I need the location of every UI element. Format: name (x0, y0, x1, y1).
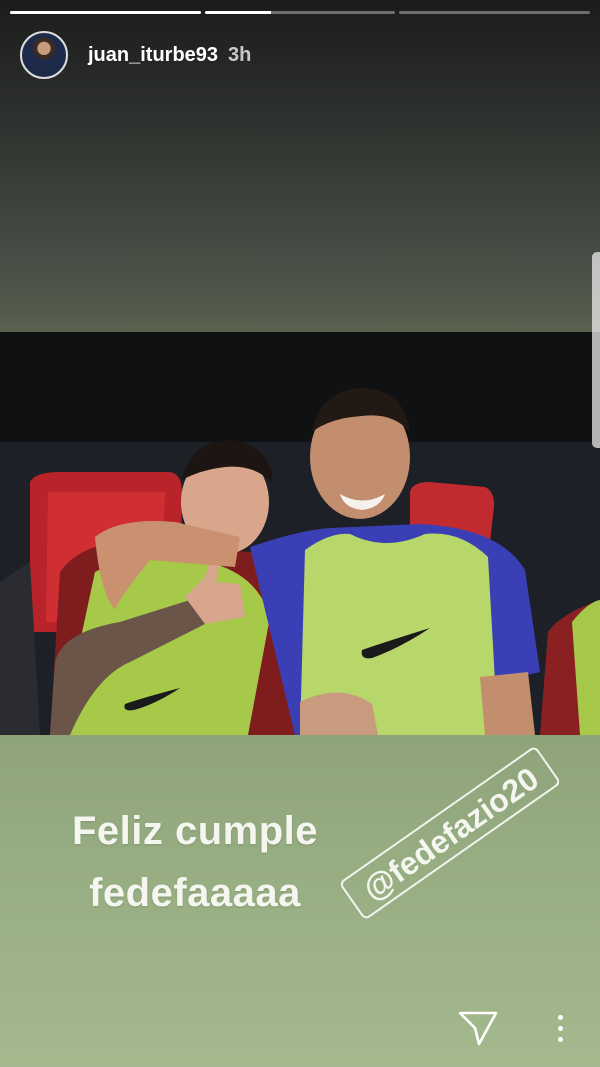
progress-fill-1 (10, 11, 201, 14)
story-header[interactable]: juan_iturbe93 3h (20, 30, 251, 80)
story-caption: Feliz cumple fedefaaaaa (50, 800, 340, 924)
photo-illustration (0, 332, 600, 735)
progress-segment-3 (399, 11, 591, 14)
send-button[interactable] (457, 1008, 499, 1048)
caption-line-1: Feliz cumple (71, 809, 319, 853)
story-view[interactable]: juan_iturbe93 3h Feliz cumple fedefaaaaa… (0, 0, 600, 1067)
caption-line-2: fedefaaaaa (89, 871, 301, 915)
avatar[interactable] (20, 31, 68, 79)
progress-segment-2 (204, 11, 396, 14)
story-photo (0, 332, 600, 735)
post-time: 3h (228, 43, 252, 66)
vertical-dots-icon (557, 1014, 563, 1020)
side-handle[interactable] (592, 252, 600, 448)
progress-segment-1 (10, 11, 201, 14)
vertical-dots-icon (557, 1036, 563, 1042)
more-options-button[interactable] (548, 1008, 572, 1048)
username[interactable]: juan_iturbe93 (88, 44, 218, 67)
story-progress-bars (10, 11, 591, 14)
vertical-dots-icon (557, 1025, 563, 1031)
paper-plane-icon (458, 1011, 498, 1046)
progress-fill-2 (204, 11, 272, 14)
